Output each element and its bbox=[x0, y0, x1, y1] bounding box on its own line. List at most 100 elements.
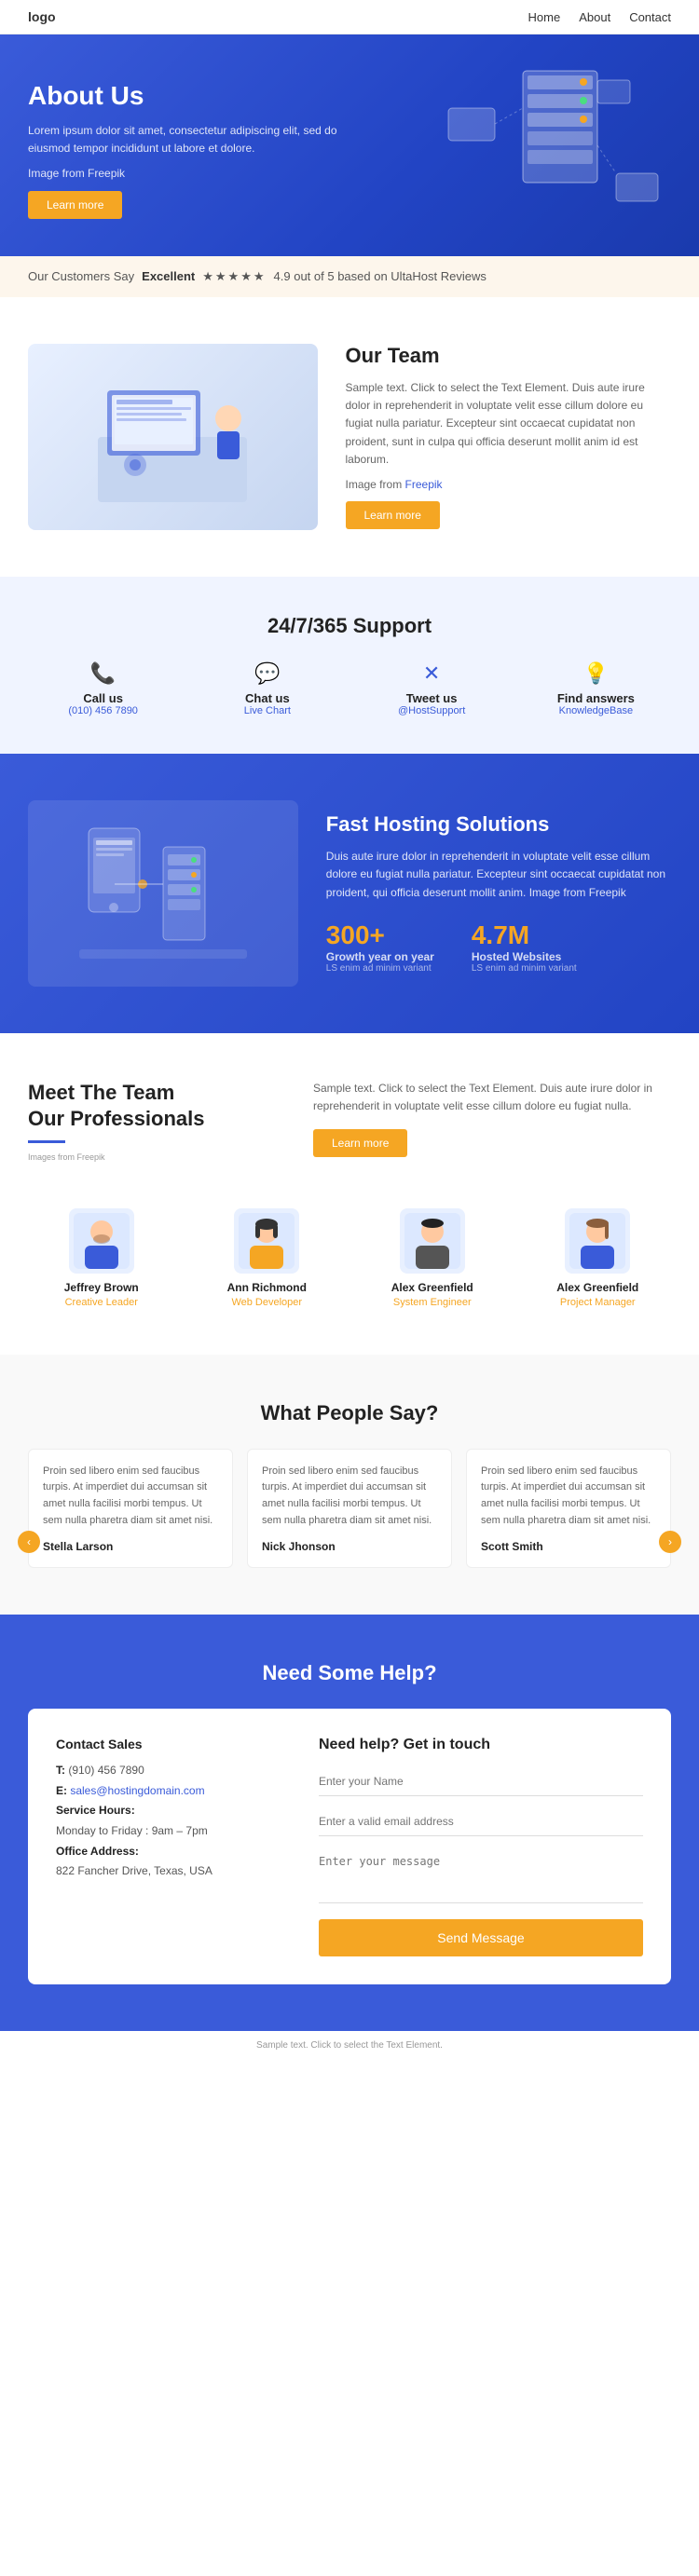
rating-stars: ★★★★★ bbox=[202, 269, 266, 284]
hero-learn-more-button[interactable]: Learn more bbox=[28, 191, 122, 219]
hero-content: About Us Lorem ipsum dolor sit amet, con… bbox=[28, 81, 382, 219]
rating-count: 4.9 out of 5 based on UltaHost Reviews bbox=[274, 269, 487, 283]
form-message-input[interactable] bbox=[319, 1847, 643, 1903]
member-alex1: Alex Greenfield System Engineer bbox=[359, 1208, 506, 1308]
our-team-section: Our Team Sample text. Click to select th… bbox=[0, 297, 699, 577]
member-jeffrey: Jeffrey Brown Creative Leader bbox=[28, 1208, 175, 1308]
help-inner: Contact Sales T: (910) 456 7890 E: sales… bbox=[28, 1709, 671, 1984]
tweet-sub: @HostSupport bbox=[357, 705, 507, 716]
tweet-icon: ✕ bbox=[357, 661, 507, 686]
testimonial-2-text: Proin sed libero enim sed faucibus turpi… bbox=[262, 1464, 437, 1529]
fh-image-container bbox=[28, 800, 298, 987]
title-underline bbox=[28, 1140, 65, 1143]
team-title: Our Team bbox=[346, 344, 672, 368]
team-svg bbox=[79, 362, 266, 511]
form-email-input[interactable] bbox=[319, 1807, 643, 1836]
fh-stat-growth: 300+ Growth year on year LS enim ad mini… bbox=[326, 920, 434, 974]
testimonial-1: ‹ Proin sed libero enim sed faucibus tur… bbox=[28, 1449, 233, 1568]
testimonial-2: Proin sed libero enim sed faucibus turpi… bbox=[247, 1449, 452, 1568]
fh-growth-sub: LS enim ad minim variant bbox=[326, 963, 434, 974]
support-answers[interactable]: 💡 Find answers KnowledgeBase bbox=[521, 661, 671, 716]
hero-description: Lorem ipsum dolor sit amet, consectetur … bbox=[28, 122, 382, 157]
hero-section: About Us Lorem ipsum dolor sit amet, con… bbox=[0, 34, 699, 256]
testimonials-title: What People Say? bbox=[28, 1401, 671, 1425]
contact-sales-label: Contact Sales bbox=[56, 1737, 291, 1751]
team-content: Our Team Sample text. Click to select th… bbox=[346, 344, 672, 529]
fh-hosted-number: 4.7M bbox=[472, 920, 577, 950]
rating-excellent: Excellent bbox=[142, 269, 195, 283]
hero-svg bbox=[411, 52, 672, 239]
next-arrow[interactable]: › bbox=[659, 1531, 681, 1553]
member-alex2: Alex Greenfield Project Manager bbox=[525, 1208, 672, 1308]
help-section: Need Some Help? Contact Sales T: (910) 4… bbox=[0, 1615, 699, 2031]
jeffrey-role: Creative Leader bbox=[28, 1297, 175, 1308]
logo: logo bbox=[28, 9, 56, 24]
footer-note: Sample text. Click to select the Text El… bbox=[0, 2031, 699, 2060]
support-title: 24/7/365 Support bbox=[28, 614, 671, 638]
testimonials-grid: ‹ Proin sed libero enim sed faucibus tur… bbox=[28, 1449, 671, 1568]
meet-team-learn-more-button[interactable]: Learn more bbox=[313, 1129, 407, 1157]
testimonial-3-text: Proin sed libero enim sed faucibus turpi… bbox=[481, 1464, 656, 1529]
help-form: Need help? Get in touch Send Message bbox=[319, 1737, 643, 1956]
testimonial-3: › Proin sed libero enim sed faucibus tur… bbox=[466, 1449, 671, 1568]
meet-team-title: Meet The Team Our Professionals bbox=[28, 1080, 285, 1133]
alex1-role: System Engineer bbox=[359, 1297, 506, 1308]
navigation: logo Home About Contact bbox=[0, 0, 699, 34]
fh-hosted-label: Hosted Websites bbox=[472, 950, 577, 963]
tweet-label: Tweet us bbox=[357, 691, 507, 705]
fh-hosted-sub: LS enim ad minim variant bbox=[472, 963, 577, 974]
support-call: 📞 Call us (010) 456 7890 bbox=[28, 661, 178, 716]
help-title: Need Some Help? bbox=[28, 1661, 671, 1685]
fh-description: Duis aute irure dolor in reprehenderit i… bbox=[326, 848, 671, 902]
testimonial-1-text: Proin sed libero enim sed faucibus turpi… bbox=[43, 1464, 218, 1529]
contact-hours-label: Service Hours: bbox=[56, 1801, 291, 1821]
alex1-avatar bbox=[400, 1208, 465, 1274]
prev-arrow[interactable]: ‹ bbox=[18, 1531, 40, 1553]
support-grid: 📞 Call us (010) 456 7890 💬 Chat us Live … bbox=[28, 661, 671, 716]
contact-email-link[interactable]: sales@hostingdomain.com bbox=[70, 1784, 204, 1797]
send-message-button[interactable]: Send Message bbox=[319, 1919, 643, 1956]
members-grid: Jeffrey Brown Creative Leader Ann Richmo… bbox=[28, 1208, 671, 1308]
nav-about[interactable]: About bbox=[579, 10, 610, 24]
form-title: Need help? Get in touch bbox=[319, 1737, 643, 1753]
call-sub: (010) 456 7890 bbox=[28, 705, 178, 716]
support-section: 24/7/365 Support 📞 Call us (010) 456 789… bbox=[0, 577, 699, 754]
fh-growth-number: 300+ bbox=[326, 920, 434, 950]
meet-team-section: Meet The Team Our Professionals Images f… bbox=[0, 1033, 699, 1208]
form-name-input[interactable] bbox=[319, 1767, 643, 1796]
alex2-role: Project Manager bbox=[525, 1297, 672, 1308]
alex1-avatar-svg bbox=[404, 1213, 460, 1269]
contact-email: E: sales@hostingdomain.com bbox=[56, 1781, 291, 1802]
help-contact: Contact Sales T: (910) 456 7890 E: sales… bbox=[56, 1737, 291, 1956]
meet-team-img-ref: Images from Freepik bbox=[28, 1152, 285, 1162]
fh-svg bbox=[70, 810, 256, 977]
meet-team-right: Sample text. Click to select the Text El… bbox=[313, 1080, 671, 1157]
hero-illustration bbox=[385, 34, 699, 256]
nav-links: Home About Contact bbox=[528, 10, 671, 24]
nav-home[interactable]: Home bbox=[528, 10, 561, 24]
alex2-avatar bbox=[565, 1208, 630, 1274]
support-tweet[interactable]: ✕ Tweet us @HostSupport bbox=[357, 661, 507, 716]
jeffrey-name: Jeffrey Brown bbox=[28, 1281, 175, 1294]
freepik-link[interactable]: Freepik bbox=[405, 478, 443, 491]
testimonial-2-name: Nick Jhonson bbox=[262, 1540, 437, 1553]
fh-image bbox=[28, 800, 298, 987]
answers-icon: 💡 bbox=[521, 661, 671, 686]
rating-bar: Our Customers Say Excellent ★★★★★ 4.9 ou… bbox=[0, 256, 699, 297]
meet-team-description: Sample text. Click to select the Text El… bbox=[313, 1080, 671, 1115]
support-chat[interactable]: 💬 Chat us Live Chart bbox=[192, 661, 342, 716]
team-image-container bbox=[28, 344, 318, 530]
nav-contact[interactable]: Contact bbox=[629, 10, 671, 24]
team-learn-more-button[interactable]: Learn more bbox=[346, 501, 440, 529]
footer-text: Sample text. Click to select the Text El… bbox=[28, 2040, 671, 2051]
jeffrey-avatar bbox=[69, 1208, 134, 1274]
contact-phone: T: (910) 456 7890 bbox=[56, 1761, 291, 1781]
chat-label: Chat us bbox=[192, 691, 342, 705]
fast-hosting-section: Fast Hosting Solutions Duis aute irure d… bbox=[0, 754, 699, 1033]
answers-sub: KnowledgeBase bbox=[521, 705, 671, 716]
fh-title: Fast Hosting Solutions bbox=[326, 812, 671, 837]
member-ann: Ann Richmond Web Developer bbox=[194, 1208, 341, 1308]
contact-hours: Monday to Friday : 9am – 7pm bbox=[56, 1821, 291, 1842]
contact-address: 822 Fancher Drive, Texas, USA bbox=[56, 1861, 291, 1882]
answers-label: Find answers bbox=[521, 691, 671, 705]
